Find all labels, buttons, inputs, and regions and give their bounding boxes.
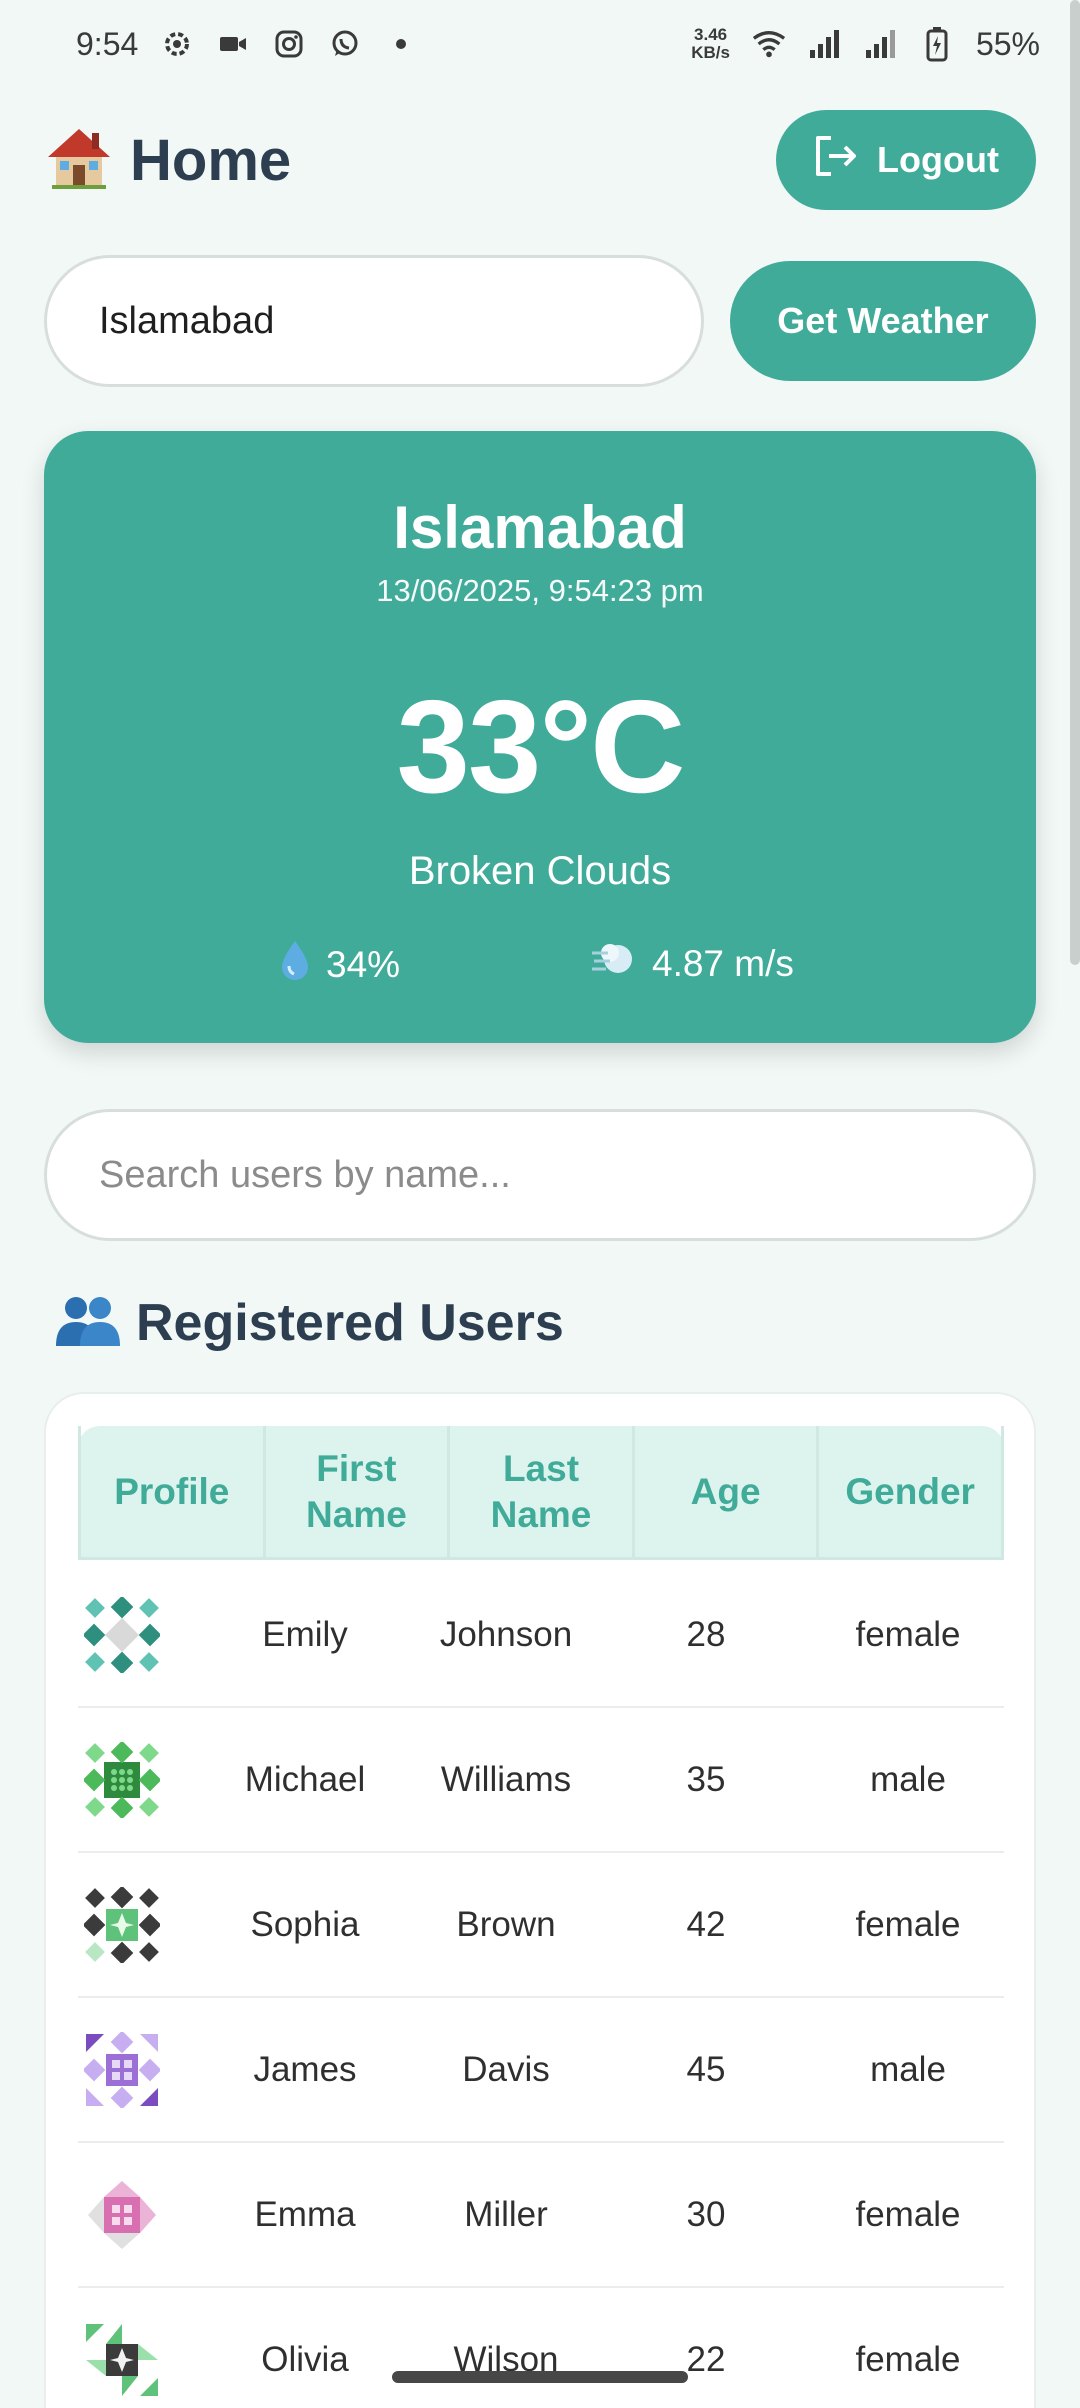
table-row[interactable]: Emily Johnson 28 female [78, 1563, 1004, 1708]
cell-first-name: James [253, 2049, 357, 2089]
cell-age: 45 [686, 2049, 726, 2089]
cell-gender: male [870, 1759, 946, 1799]
avatar [78, 1596, 198, 1673]
users-section-header: Registered Users [54, 1290, 564, 1355]
users-icon [54, 1290, 122, 1355]
instagram-icon [272, 27, 306, 61]
status-bar: 9:54 3.46 KB/s 55% [0, 0, 1080, 88]
cell-last-name: Miller [464, 2194, 548, 2234]
avatar [78, 1886, 198, 1963]
video-icon [216, 27, 250, 61]
settings-icon [160, 27, 194, 61]
cell-age: 28 [686, 1614, 726, 1654]
user-search-input[interactable] [44, 1109, 1036, 1241]
column-header-profile: Profile [78, 1426, 263, 1557]
header: Home Logout [44, 108, 1036, 212]
cell-first-name: Sophia [250, 1904, 360, 1944]
cell-last-name: Johnson [439, 1614, 573, 1654]
weather-stats: 34% 4.87 m/s [44, 939, 1036, 995]
cell-age: 30 [686, 2194, 726, 2234]
table-row[interactable]: Michael Williams 35 male [78, 1708, 1004, 1853]
column-header-age: Age [631, 1426, 817, 1557]
table-row[interactable]: Olivia Wilson 22 female [78, 2288, 1004, 2408]
weather-datetime: 13/06/2025, 9:54:23 pm [376, 573, 704, 608]
table-row[interactable]: James Davis 45 male [78, 1998, 1004, 2143]
battery-charging-icon [920, 27, 954, 62]
weather-city: Islamabad [393, 494, 687, 561]
droplet-icon [280, 939, 310, 990]
avatar [78, 1741, 198, 1818]
city-input[interactable] [44, 255, 704, 387]
battery-level: 55% [975, 25, 1040, 62]
cell-gender: male [870, 2049, 946, 2089]
column-header-last-name: Last Name [447, 1426, 632, 1557]
city-search-row: Get Weather [44, 255, 1036, 387]
page-title: Home [130, 127, 292, 193]
wind-stat: 4.87 m/s [590, 939, 794, 988]
cell-last-name: Davis [462, 2049, 550, 2089]
wind-icon [590, 939, 636, 988]
scrollbar[interactable] [1070, 0, 1080, 965]
wind-value: 4.87 m/s [652, 942, 794, 984]
get-weather-button[interactable]: Get Weather [730, 261, 1036, 381]
cell-age: 42 [686, 1904, 726, 1944]
signal-icon [864, 27, 898, 61]
table-row[interactable]: Emma Miller 30 female [78, 2143, 1004, 2288]
gesture-nav-handle[interactable] [392, 2371, 688, 2383]
weather-description: Broken Clouds [408, 849, 672, 893]
cell-first-name: Olivia [261, 2339, 349, 2379]
column-header-first-name: First Name [262, 1426, 448, 1557]
status-time: 9:54 [76, 25, 139, 62]
cell-first-name: Emma [254, 2194, 356, 2234]
wifi-icon [752, 27, 786, 61]
cell-first-name: Emily [262, 1614, 348, 1654]
table-row[interactable]: Sophia Brown 42 female [78, 1853, 1004, 1998]
cell-age: 35 [686, 1759, 726, 1799]
section-title: Registered Users [136, 1293, 564, 1352]
cell-last-name: Williams [440, 1759, 572, 1799]
humidity-stat: 34% [280, 939, 400, 990]
signal-icon [808, 27, 842, 61]
table-body: Emily Johnson 28 female Michael Williams… [78, 1563, 1004, 2408]
dot-icon [384, 27, 418, 61]
house-icon [44, 123, 114, 198]
weather-card: Islamabad 13/06/2025, 9:54:23 pm 33°C Br… [44, 431, 1036, 1043]
cell-first-name: Michael [244, 1759, 366, 1799]
cell-last-name: Brown [456, 1904, 556, 1944]
cell-gender: female [855, 2339, 961, 2379]
avatar [78, 2177, 198, 2253]
users-table: Profile First Name Last Name Age Gender [44, 1392, 1036, 2408]
network-speed-value: 3.46 [694, 25, 728, 44]
humidity-value: 34% [326, 943, 401, 985]
logout-icon [813, 135, 859, 186]
cell-gender: female [855, 1614, 961, 1654]
column-header-gender: Gender [816, 1426, 1004, 1557]
avatar [78, 2031, 198, 2108]
logout-label: Logout [877, 139, 999, 180]
table-header: Profile First Name Last Name Age Gender [78, 1426, 1004, 1560]
cell-gender: female [855, 1904, 961, 1944]
logout-button[interactable]: Logout [776, 110, 1036, 210]
avatar [78, 2322, 198, 2398]
network-speed: 3.46 KB/s [691, 26, 730, 62]
home-screen: 9:54 3.46 KB/s 55% Home Logout Islamabad… [0, 0, 1080, 2408]
network-speed-unit: KB/s [691, 43, 730, 62]
weather-temperature: 33°C [396, 673, 686, 820]
cell-gender: female [855, 2194, 961, 2234]
whatsapp-icon [328, 27, 362, 61]
